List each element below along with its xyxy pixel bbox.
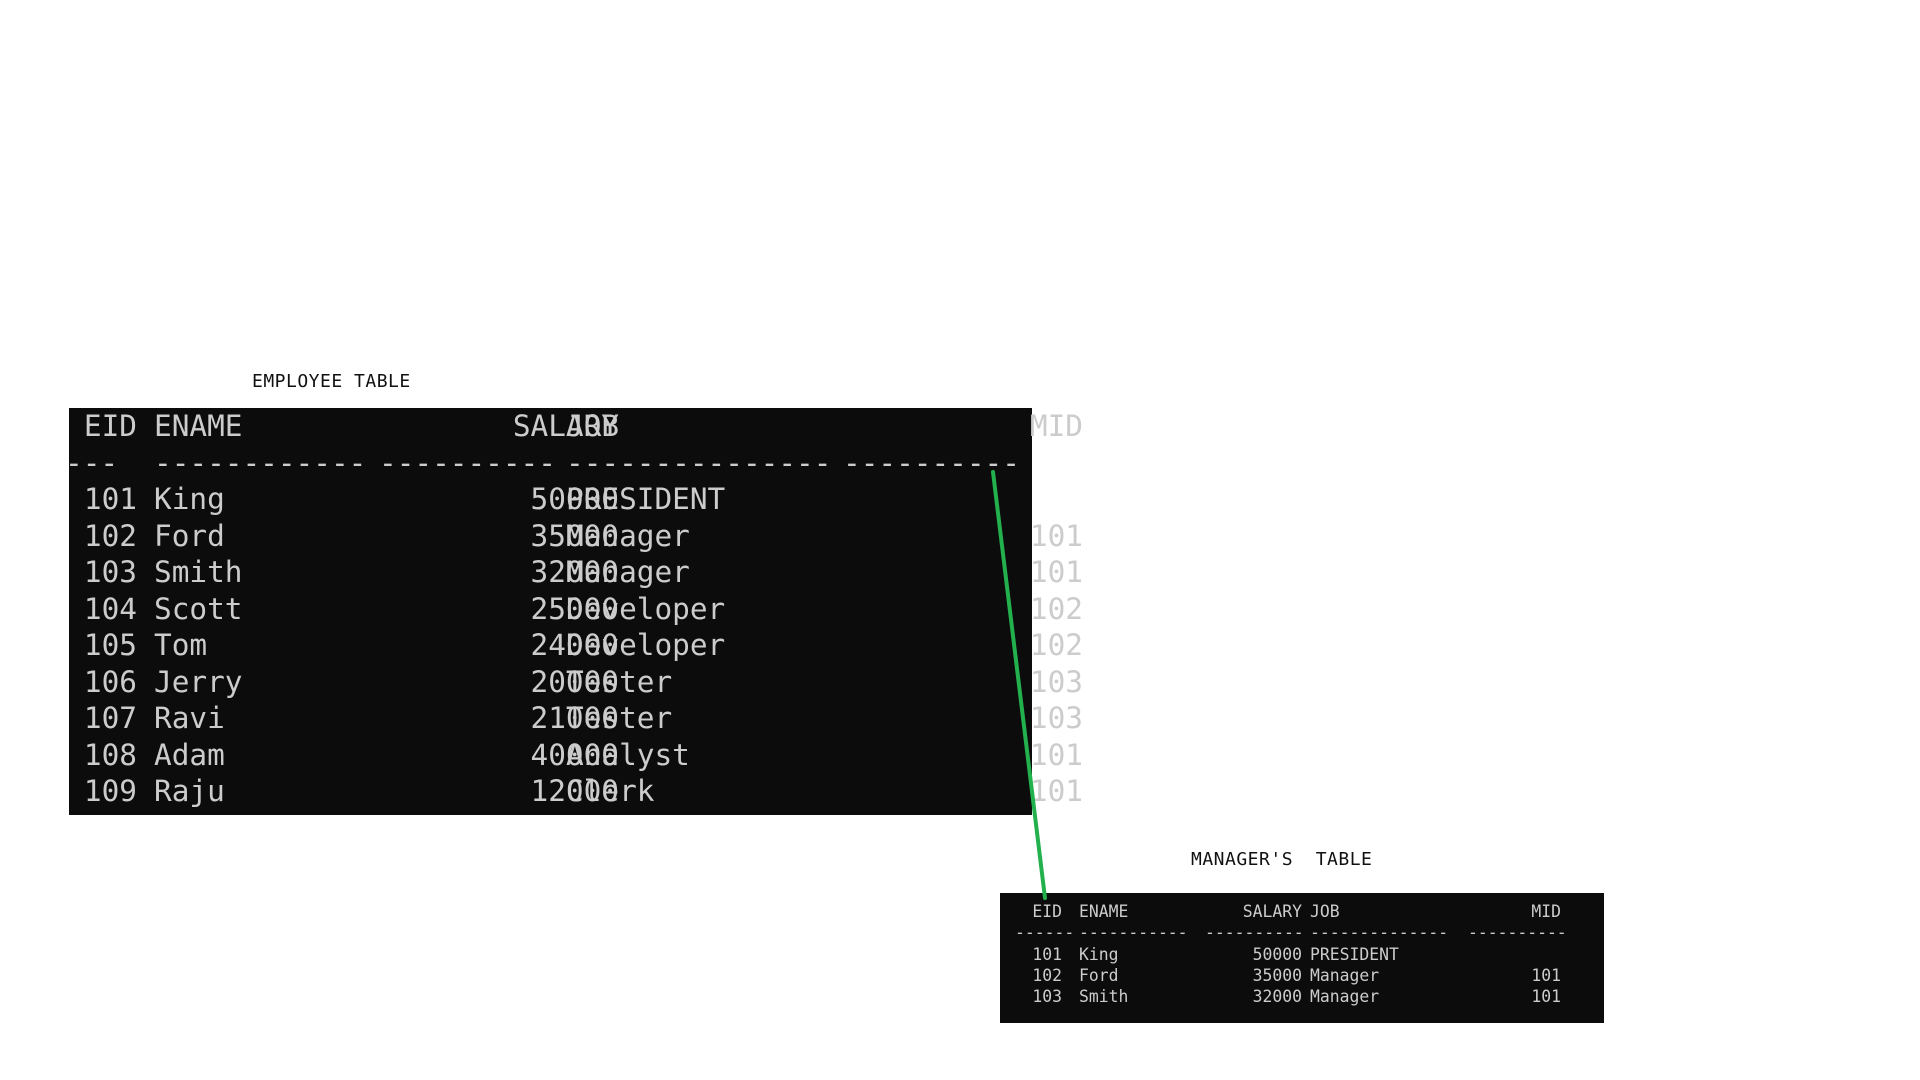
cell-ename: Jerry	[154, 664, 243, 699]
cell-job: Analyst	[566, 737, 690, 772]
table-row: 102 Ford 35000 Manager 101	[77, 518, 1083, 555]
cell-eid: ------	[1015, 923, 1075, 943]
table-row: 102 Ford 35000 Manager 101	[1015, 965, 1619, 986]
cell-mid: 103	[1029, 701, 1083, 735]
cell-job: Developer	[566, 591, 726, 626]
cell-job: Clerk	[566, 774, 655, 808]
cell-ename: -----------	[1079, 923, 1188, 943]
cell-ename: King	[1079, 944, 1119, 964]
cell-ename: Tom	[154, 628, 208, 662]
cell-ename: Ford	[1079, 965, 1119, 985]
cell-salary: 50000	[1252, 944, 1302, 964]
manager-table-caption: MANAGER'S TABLE	[1191, 849, 1373, 870]
cell-mid: 102	[1029, 591, 1083, 626]
cell-ename: Scott	[154, 591, 243, 626]
table-row: 103 Smith 32000 Manager 101	[77, 554, 1083, 591]
cell-ename: Ravi	[154, 701, 225, 735]
cell-job: JOB	[1310, 902, 1340, 921]
cell-job: Tester	[566, 701, 673, 735]
cell-eid: 109	[83, 774, 137, 808]
cell-mid: 101	[1029, 737, 1083, 772]
cell-ename: Ford	[154, 518, 225, 553]
table-row: 103 Smith 32000 Manager 101	[1015, 986, 1619, 1007]
cell-job: Tester	[566, 664, 673, 699]
cell-mid: 101	[1531, 987, 1561, 1007]
cell-ename: Smith	[1079, 987, 1129, 1007]
cell-salary: 35000	[1252, 965, 1302, 985]
separator-row: ----------------------------------------…	[65, 445, 1040, 482]
cell-salary: ----------	[1205, 923, 1304, 943]
cell-eid: 105	[83, 628, 137, 662]
cell-eid: 106	[83, 664, 137, 699]
cell-mid: 102	[1029, 628, 1083, 662]
cell-ename: ENAME	[1079, 902, 1129, 921]
cell-job: Developer	[566, 628, 726, 662]
cell-eid: EID	[83, 409, 137, 443]
cell-eid: 102	[83, 518, 137, 553]
cell-job: --------------	[1310, 923, 1449, 943]
cell-job: Manager	[566, 518, 690, 553]
cell-ename: Adam	[154, 737, 225, 772]
cell-job: PRESIDENT	[1310, 944, 1399, 964]
cell-mid: ----------	[843, 445, 1020, 480]
cell-eid: 108	[83, 737, 137, 772]
cell-eid: 104	[83, 591, 137, 626]
table-row: 108 Adam 40000 Analyst 101	[77, 737, 1083, 774]
header-row: EID ENAME SALARY JOB MID	[77, 408, 1083, 445]
cell-salary: SALARY	[1242, 902, 1302, 921]
cell-job: PRESIDENT	[566, 482, 726, 516]
cell-salary: ----------	[379, 445, 556, 480]
cell-eid: 101	[83, 482, 137, 516]
cell-ename: Smith	[154, 555, 243, 589]
cell-eid: 102	[1032, 965, 1062, 985]
cell-job: JOB	[566, 409, 620, 443]
table-row: 107 Ravi 21000 Tester 103	[77, 700, 1083, 737]
table-row: 101 King 50000 PRESIDENT	[77, 481, 1040, 518]
table-row: 105 Tom 24000 Developer 102	[77, 627, 1083, 664]
cell-job: Manager	[566, 555, 690, 589]
cell-job: Manager	[1310, 987, 1380, 1007]
cell-eid: 103	[83, 555, 137, 589]
employee-table-caption: EMPLOYEE TABLE	[252, 371, 411, 392]
cell-mid: ----------	[1468, 923, 1567, 943]
cell-ename: Raju	[154, 774, 225, 808]
manager-table: EID ENAME SALARY JOB MID ------ ----------- ---…	[1000, 893, 1604, 1023]
separator-row: ----------------------------------------…	[1015, 922, 1619, 943]
cell-eid: 101	[1032, 944, 1062, 964]
cell-ename: ------------	[154, 445, 367, 480]
cell-mid: 101	[1029, 555, 1083, 589]
cell-salary: 32000	[1252, 987, 1302, 1007]
header-row: EID ENAME SALARY JOB MID	[1015, 901, 1619, 922]
cell-mid: 101	[1531, 965, 1561, 985]
cell-mid: MID	[1531, 902, 1561, 921]
cell-eid: ---	[65, 445, 119, 480]
cell-ename: King	[154, 482, 225, 516]
table-row: 104 Scott 25000 Developer 102	[77, 591, 1083, 628]
cell-mid: 103	[1029, 664, 1083, 699]
employee-table: EID ENAME SALARY JOB MID --- ------------ -----…	[65, 408, 1083, 815]
cell-eid: 107	[83, 701, 137, 735]
cell-ename: ENAME	[154, 409, 243, 443]
cell-eid: 103	[1032, 987, 1062, 1007]
table-row: 101 King 50000 PRESIDENT	[1015, 944, 1619, 965]
cell-eid: EID	[1032, 902, 1062, 921]
cell-mid: 101	[1029, 774, 1083, 808]
table-row: 109 Raju 12000 Clerk 101	[77, 773, 1083, 810]
table-row: 106 Jerry 20000 Tester 103	[77, 664, 1083, 701]
cell-job: ---------------	[566, 445, 832, 480]
cell-mid: MID	[1029, 409, 1083, 443]
cell-mid: 101	[1029, 518, 1083, 553]
cell-job: Manager	[1310, 965, 1380, 985]
